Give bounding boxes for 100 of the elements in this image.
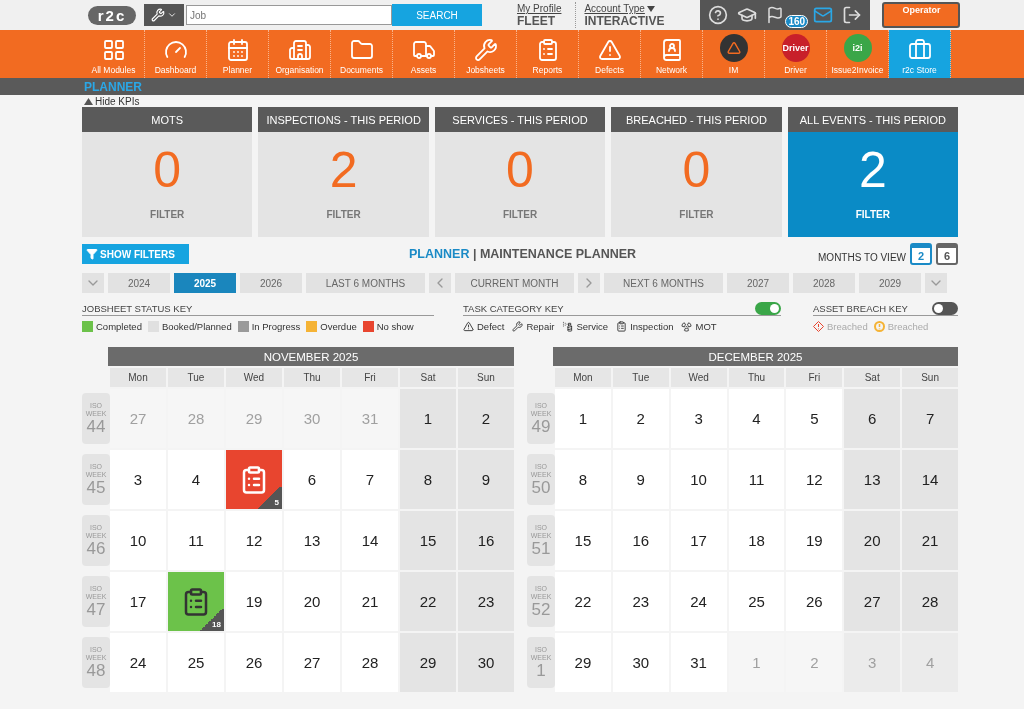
day-cell[interactable]: 21 <box>342 572 398 631</box>
day-cell[interactable]: 28 <box>342 633 398 692</box>
day-cell[interactable]: 26 <box>786 572 843 631</box>
day-cell[interactable]: 22 <box>555 572 611 631</box>
caret-icon[interactable] <box>646 5 655 12</box>
day-cell[interactable]: 27 <box>284 633 340 692</box>
day-cell[interactable]: 28 <box>902 572 958 631</box>
period-button[interactable]: CURRENT MONTH <box>455 273 574 293</box>
day-cell[interactable]: 6 <box>284 450 340 509</box>
filter-button[interactable]: FILTER <box>144 208 191 221</box>
year-button[interactable]: 2025 <box>174 273 236 293</box>
key-label: Overdue <box>320 321 357 332</box>
tools-dropdown[interactable] <box>144 4 184 26</box>
day-cell[interactable]: 12 <box>786 450 843 509</box>
help-icon[interactable] <box>708 5 729 25</box>
day-cell[interactable]: 15 <box>400 511 456 570</box>
day-cell[interactable]: 9 <box>612 450 669 509</box>
event-day-cell[interactable]: 5 <box>226 450 282 509</box>
day-cell[interactable]: 2 <box>612 389 669 448</box>
account-type-link[interactable]: Account Type <box>584 2 645 15</box>
period-button[interactable]: NEXT 6 MONTHS <box>604 273 723 293</box>
day-cell[interactable]: 24 <box>110 633 166 692</box>
filter-button[interactable]: FILTER <box>849 208 896 221</box>
year-button[interactable]: 2028 <box>793 273 855 293</box>
day-cell[interactable]: 12 <box>226 511 282 570</box>
day-cell[interactable]: 25 <box>168 633 224 692</box>
filter-button[interactable]: FILTER <box>673 208 720 221</box>
flag-icon[interactable] <box>766 6 785 24</box>
day-cell[interactable]: 24 <box>670 572 727 631</box>
day-cell[interactable]: 11 <box>728 450 785 509</box>
day-cell[interactable]: 10 <box>110 511 166 570</box>
year-button[interactable]: 2027 <box>727 273 789 293</box>
day-cell[interactable]: 13 <box>284 511 340 570</box>
day-cell[interactable]: 23 <box>612 572 669 631</box>
day-cell[interactable]: 8 <box>400 450 456 509</box>
day-cell[interactable]: 14 <box>342 511 398 570</box>
weekday-header: Mon <box>110 368 166 387</box>
day-cell[interactable]: 5 <box>786 389 843 448</box>
profile-link[interactable]: My Profile <box>517 2 562 15</box>
toggle-switch[interactable] <box>932 301 958 315</box>
day-cell[interactable]: 7 <box>342 450 398 509</box>
day-cell[interactable]: 3 <box>670 389 727 448</box>
day-cell[interactable]: 7 <box>902 389 958 448</box>
day-cell[interactable]: 17 <box>110 572 166 631</box>
day-cell[interactable]: 1 <box>400 389 456 448</box>
day-cell[interactable]: 19 <box>786 511 843 570</box>
day-cell[interactable]: 4 <box>728 389 785 448</box>
year-button[interactable]: 2024 <box>108 273 170 293</box>
day-cell[interactable]: 18 <box>728 511 785 570</box>
day-cell[interactable]: 26 <box>226 633 282 692</box>
day-cell[interactable]: 30 <box>458 633 514 692</box>
day-cell[interactable]: 11 <box>168 511 224 570</box>
day-cell[interactable]: 6 <box>844 389 901 448</box>
day-cell[interactable]: 13 <box>844 450 901 509</box>
filter-button[interactable]: FILTER <box>496 208 544 221</box>
day-cell[interactable]: 19 <box>226 572 282 631</box>
day-cell[interactable]: 20 <box>844 511 901 570</box>
day-cell[interactable]: 16 <box>612 511 669 570</box>
months-option[interactable]: 2 <box>910 243 932 265</box>
day-cell[interactable]: 1 <box>555 389 611 448</box>
day-cell[interactable]: 4 <box>168 450 224 509</box>
day-cell[interactable]: 29 <box>555 633 611 692</box>
day-cell[interactable]: 27 <box>844 572 901 631</box>
kpi-card[interactable]: SERVICES - THIS PERIOD 0 FILTER <box>434 107 606 237</box>
day-cell[interactable]: 8 <box>555 450 611 509</box>
day-cell[interactable]: 21 <box>902 511 958 570</box>
logout-icon[interactable] <box>842 5 863 25</box>
day-cell[interactable]: 14 <box>902 450 958 509</box>
search-field[interactable]: Job <box>186 5 392 25</box>
day-cell[interactable]: 2 <box>458 389 514 448</box>
month-title: DECEMBER 2025 <box>553 347 958 366</box>
day-cell[interactable]: 29 <box>400 633 456 692</box>
day-cell[interactable]: 17 <box>670 511 727 570</box>
months-option[interactable]: 6 <box>936 243 958 265</box>
filter-button[interactable]: FILTER <box>320 208 367 221</box>
mail-icon[interactable] <box>813 5 834 25</box>
kpi-card[interactable]: INSPECTIONS - THIS PERIOD 2 FILTER <box>258 107 429 237</box>
day-cell[interactable]: 25 <box>728 572 785 631</box>
kpi-card[interactable]: MOTS 0 FILTER <box>82 107 253 237</box>
kpi-card[interactable]: ALL EVENTS - THIS PERIOD 2 FILTER <box>787 107 959 237</box>
day-cell[interactable]: 20 <box>284 572 340 631</box>
graduation-cap-icon[interactable] <box>737 5 758 25</box>
day-cell[interactable]: 31 <box>670 633 727 692</box>
day-cell[interactable]: 23 <box>458 572 514 631</box>
hide-kpis-toggle[interactable]: Hide KPIs <box>82 95 140 107</box>
year-button[interactable]: 2026 <box>240 273 302 293</box>
day-cell[interactable]: 9 <box>458 450 514 509</box>
period-button[interactable]: LAST 6 MONTHS <box>306 273 425 293</box>
event-day-cell[interactable]: 18 <box>168 572 224 631</box>
day-cell[interactable]: 30 <box>612 633 669 692</box>
kpi-card[interactable]: BREACHED - THIS PERIOD 0 FILTER <box>611 107 782 237</box>
day-cell[interactable]: 22 <box>400 572 456 631</box>
day-cell[interactable]: 3 <box>110 450 166 509</box>
toggle-switch[interactable] <box>755 301 781 315</box>
day-cell[interactable]: 16 <box>458 511 514 570</box>
folder-icon <box>349 38 374 62</box>
year-button[interactable]: 2029 <box>859 273 921 293</box>
day-cell[interactable]: 10 <box>670 450 727 509</box>
day-cell[interactable]: 15 <box>555 511 611 570</box>
key-label: MOT <box>695 321 717 332</box>
